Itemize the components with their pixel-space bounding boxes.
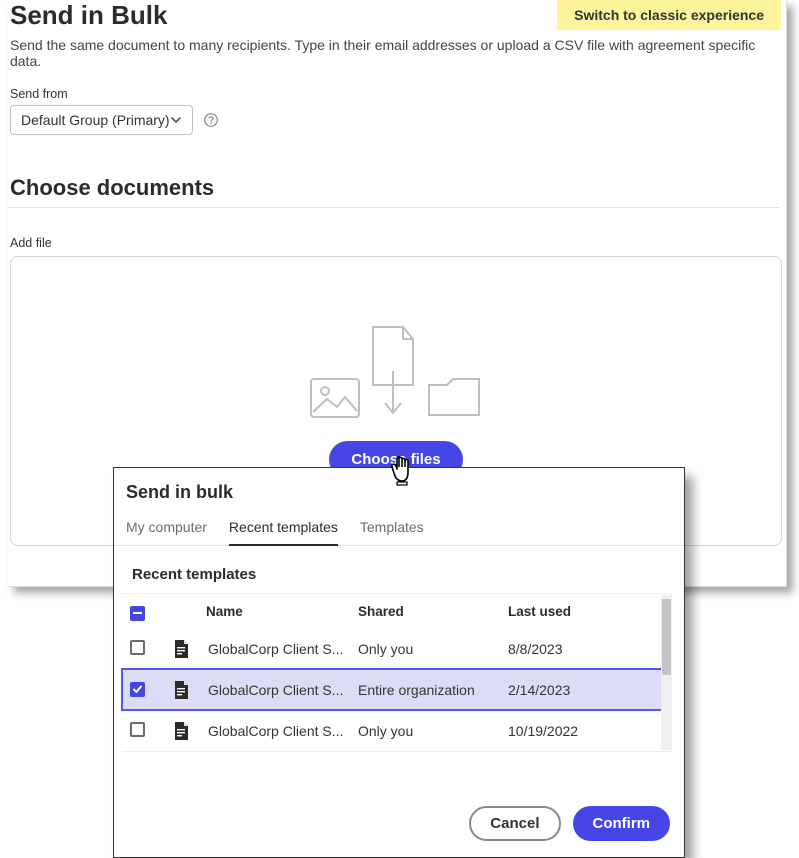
cell-last-used: 2/14/2023 bbox=[508, 682, 663, 698]
cell-name: GlobalCorp Client S... bbox=[208, 682, 358, 698]
scrollbar-thumb[interactable] bbox=[662, 599, 671, 675]
col-last-used: Last used bbox=[508, 604, 663, 619]
table-header: Name Shared Last used bbox=[122, 594, 671, 628]
col-shared: Shared bbox=[358, 604, 508, 619]
cancel-button[interactable]: Cancel bbox=[469, 806, 560, 841]
row-checkbox[interactable] bbox=[130, 640, 145, 655]
send-from-select[interactable]: Default Group (Primary) bbox=[10, 105, 193, 135]
page-subtitle: Send the same document to many recipient… bbox=[8, 37, 786, 87]
switch-classic-banner[interactable]: Switch to classic experience bbox=[557, 0, 781, 30]
image-icon bbox=[309, 377, 361, 419]
table-row[interactable]: GlobalCorp Client S... Only you 10/19/20… bbox=[122, 710, 671, 751]
choose-documents-heading: Choose documents bbox=[8, 135, 780, 208]
document-icon bbox=[172, 680, 208, 700]
scrollbar[interactable] bbox=[661, 595, 672, 750]
help-icon[interactable] bbox=[203, 112, 219, 128]
cell-name: GlobalCorp Client S... bbox=[208, 641, 358, 657]
cell-name: GlobalCorp Client S... bbox=[208, 723, 358, 739]
tab-my-computer[interactable]: My computer bbox=[126, 513, 207, 545]
cell-shared: Entire organization bbox=[358, 682, 508, 698]
cell-shared: Only you bbox=[358, 641, 508, 657]
send-from-label: Send from bbox=[8, 87, 786, 105]
document-icon bbox=[172, 721, 208, 741]
tab-templates[interactable]: Templates bbox=[360, 513, 424, 545]
col-name: Name bbox=[206, 604, 358, 619]
cell-shared: Only you bbox=[358, 723, 508, 739]
dropzone-graphic bbox=[309, 325, 483, 419]
cell-last-used: 10/19/2022 bbox=[508, 723, 663, 739]
select-all-checkbox[interactable] bbox=[130, 606, 145, 621]
cell-last-used: 8/8/2023 bbox=[508, 641, 663, 657]
add-file-label: Add file bbox=[8, 208, 786, 256]
document-arrow-icon bbox=[367, 325, 419, 419]
row-checkbox[interactable] bbox=[130, 682, 145, 697]
folder-icon bbox=[425, 375, 483, 419]
table-row[interactable]: GlobalCorp Client S... Only you 8/8/2023 bbox=[122, 628, 671, 669]
file-picker-dialog: Send in bulk My computer Recent template… bbox=[113, 467, 685, 858]
confirm-button[interactable]: Confirm bbox=[573, 806, 671, 841]
list-title: Recent templates bbox=[114, 546, 684, 593]
dialog-tabs: My computer Recent templates Templates bbox=[114, 513, 684, 546]
document-icon bbox=[172, 639, 208, 659]
dialog-title: Send in bulk bbox=[114, 468, 684, 513]
row-checkbox[interactable] bbox=[130, 722, 145, 737]
table-row[interactable]: GlobalCorp Client S... Entire organizati… bbox=[122, 669, 671, 710]
send-from-value: Default Group (Primary) bbox=[21, 112, 170, 128]
tab-recent-templates[interactable]: Recent templates bbox=[229, 513, 338, 545]
chevron-down-icon bbox=[170, 114, 182, 126]
